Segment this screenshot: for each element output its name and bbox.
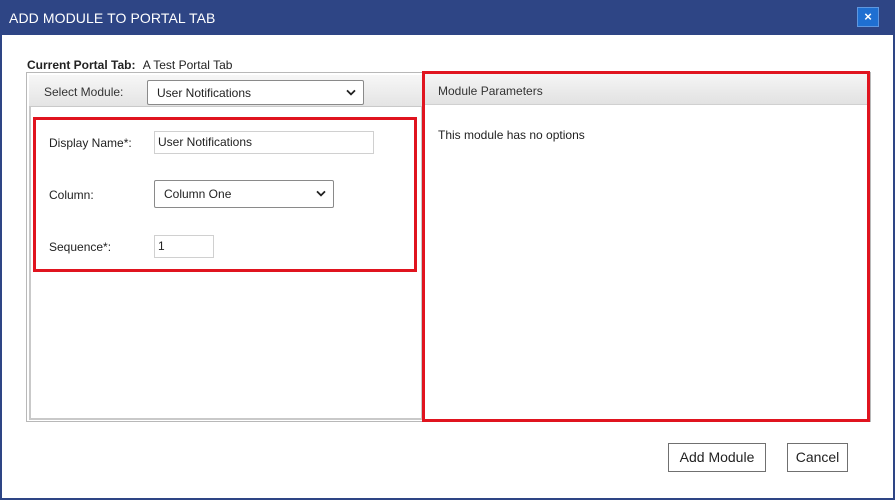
select-module-dropdown[interactable]: User Notifications [147,80,364,105]
close-button[interactable]: × [857,7,879,27]
select-module-label: Select Module: [44,85,124,99]
column-dropdown[interactable]: Column One [154,180,334,208]
close-icon: × [864,9,872,24]
chevron-down-icon [316,190,326,197]
current-portal-tab: Current Portal Tab: A Test Portal Tab [27,58,232,72]
sequence-label: Sequence*: [49,240,112,254]
display-name-value: User Notifications [158,135,253,149]
column-value: Column One [164,187,232,201]
display-name-label: Display Name*: [49,136,132,150]
select-module-value: User Notifications [157,85,252,100]
sequence-field[interactable]: 1 [154,235,214,258]
add-module-button[interactable]: Add Module [668,443,766,472]
sequence-value: 1 [158,239,165,253]
display-name-field[interactable]: User Notifications [154,131,374,154]
cancel-button[interactable]: Cancel [787,443,848,472]
title-bar: ADD MODULE TO PORTAL TAB × [2,0,895,35]
dialog-title: ADD MODULE TO PORTAL TAB [9,10,216,26]
parameters-highlight-box [422,71,870,422]
add-module-dialog: ADD MODULE TO PORTAL TAB × Current Porta… [0,0,895,500]
column-label: Column: [49,188,94,202]
current-portal-tab-value: A Test Portal Tab [142,58,233,72]
current-portal-tab-label: Current Portal Tab: [27,58,136,72]
chevron-down-icon [346,89,356,96]
